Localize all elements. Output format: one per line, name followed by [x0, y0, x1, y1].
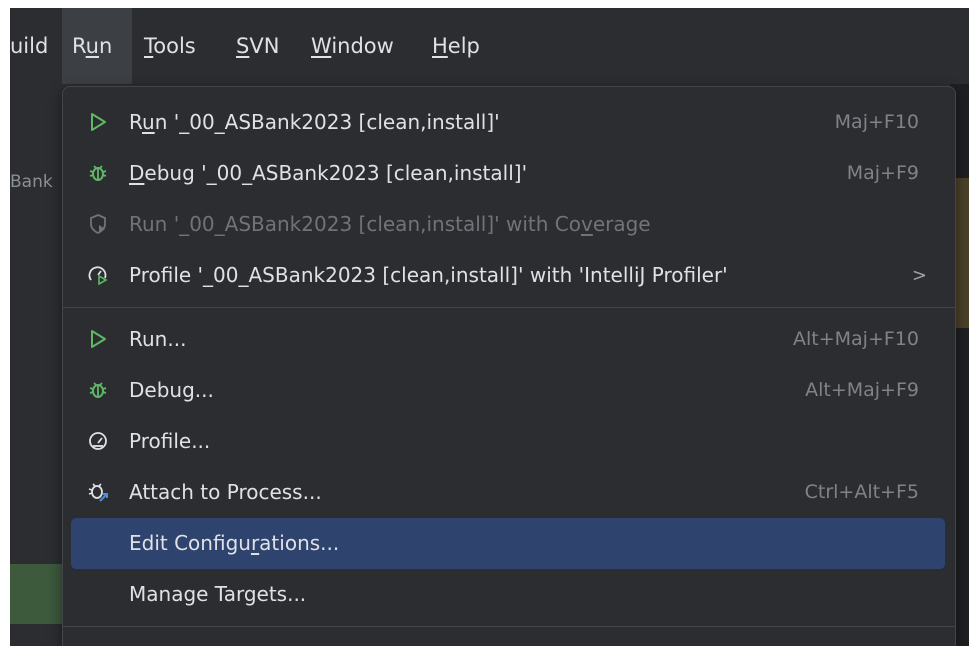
run-menu-popup: Run '_00_ASBank2023 [clean,install]' Maj…: [62, 86, 956, 646]
menu-svn-label: VN: [249, 34, 280, 58]
attach-to-process-shortcut: Ctrl+Alt+F5: [804, 481, 919, 503]
selected-row-fragment: [10, 564, 66, 624]
profile-dialog-item[interactable]: Profile...: [71, 416, 945, 467]
edit-configurations-label-post: ations...: [259, 531, 340, 555]
run-with-coverage-label-pre: Run '_00_ASBank2023 [clean,install]' wit…: [129, 212, 581, 236]
gauge-icon: [85, 428, 111, 454]
run-with-coverage-item[interactable]: Run '_00_ASBank2023 [clean,install]' wit…: [71, 199, 945, 250]
debug-dialog-label: Debug...: [129, 378, 214, 402]
ide-window: uild Run Tools SVN Window Help Bank Run …: [10, 8, 969, 646]
menu-tools-mnemonic: T: [144, 34, 154, 58]
project-panel-fragment: Bank: [10, 84, 66, 646]
bug-icon: [85, 377, 111, 403]
menu-bar: uild Run Tools SVN Window Help: [10, 8, 969, 84]
menu-tools[interactable]: Tools: [144, 8, 196, 84]
play-icon: [85, 109, 111, 135]
manage-targets-label: Manage Targets...: [129, 582, 307, 606]
menu-svn[interactable]: SVN: [236, 8, 279, 84]
profile-dialog-label: Profile...: [129, 429, 211, 453]
run-dialog-item[interactable]: Run... Alt+Maj+F10: [71, 314, 945, 365]
profile-with-intellij-profiler-label: Profile '_00_ASBank2023 [clean,install]'…: [129, 263, 728, 287]
menu-separator: [63, 307, 955, 308]
menu-window-mnemonic: W: [311, 34, 332, 58]
debug-config-shortcut: Maj+F9: [846, 162, 919, 184]
menu-run-label-mnemonic: u: [85, 34, 99, 58]
menu-window-label: indow: [331, 34, 394, 58]
debug-dialog-shortcut: Alt+Maj+F9: [805, 379, 919, 401]
run-config-shortcut: Maj+F10: [834, 111, 919, 133]
attach-to-process-label: Attach to Process...: [129, 480, 322, 504]
run-config-item[interactable]: Run '_00_ASBank2023 [clean,install]' Maj…: [71, 97, 945, 148]
run-config-label: Run '_00_ASBank2023 [clean,install]': [129, 97, 500, 148]
menu-build[interactable]: uild: [10, 8, 70, 84]
attach-to-process-item[interactable]: Attach to Process... Ctrl+Alt+F5: [71, 467, 945, 518]
bug-icon: [85, 160, 111, 186]
edit-configurations-label-mnemonic: r: [250, 531, 260, 555]
profile-with-intellij-profiler-item[interactable]: Profile '_00_ASBank2023 [clean,install]'…: [71, 250, 945, 301]
shield-icon: [85, 211, 111, 237]
menu-separator: [63, 626, 955, 627]
run-with-coverage-label: Run '_00_ASBank2023 [clean,install]' wit…: [129, 199, 651, 250]
edit-configurations-label-pre: Edit Configu: [129, 531, 251, 555]
debug-config-item[interactable]: Debug '_00_ASBank2023 [clean,install]' M…: [71, 148, 945, 199]
play-icon: [85, 326, 111, 352]
menu-help-mnemonic: H: [432, 34, 448, 58]
debug-config-label-post: ebug '_00_ASBank2023 [clean,install]': [144, 161, 528, 185]
run-config-label-mnemonic: u: [142, 110, 155, 134]
run-config-label-pre: R: [129, 110, 142, 134]
run-dialog-shortcut: Alt+Maj+F10: [793, 328, 919, 350]
menu-help[interactable]: Help: [432, 8, 480, 84]
submenu-arrow-icon: >: [911, 265, 927, 286]
run-config-label-post: n '_00_ASBank2023 [clean,install]': [154, 110, 500, 134]
edit-configurations-label: Edit Configurations...: [129, 518, 339, 569]
project-name-fragment: Bank: [10, 172, 53, 192]
menu-run-label-post: n: [98, 34, 113, 58]
attach-bug-icon: [85, 479, 111, 505]
menu-run-label-pre: R: [72, 34, 86, 58]
menu-build-label: uild: [10, 34, 49, 58]
debug-config-label-mnemonic: D: [129, 161, 145, 185]
profiler-icon: [85, 262, 111, 288]
menu-tools-label: ools: [153, 34, 196, 58]
run-with-coverage-label-mnemonic: v: [580, 212, 593, 236]
run-with-coverage-label-post: erage: [592, 212, 651, 236]
menu-run[interactable]: Run: [62, 8, 132, 84]
menu-svn-mnemonic: S: [236, 34, 250, 58]
run-dialog-label: Run...: [129, 327, 187, 351]
edit-configurations-item[interactable]: Edit Configurations...: [71, 518, 945, 569]
manage-targets-item[interactable]: Manage Targets...: [71, 569, 945, 620]
debug-config-label: Debug '_00_ASBank2023 [clean,install]': [129, 148, 527, 199]
menu-window[interactable]: Window: [311, 8, 394, 84]
debug-dialog-item[interactable]: Debug... Alt+Maj+F9: [71, 365, 945, 416]
menu-help-label: elp: [447, 34, 480, 58]
